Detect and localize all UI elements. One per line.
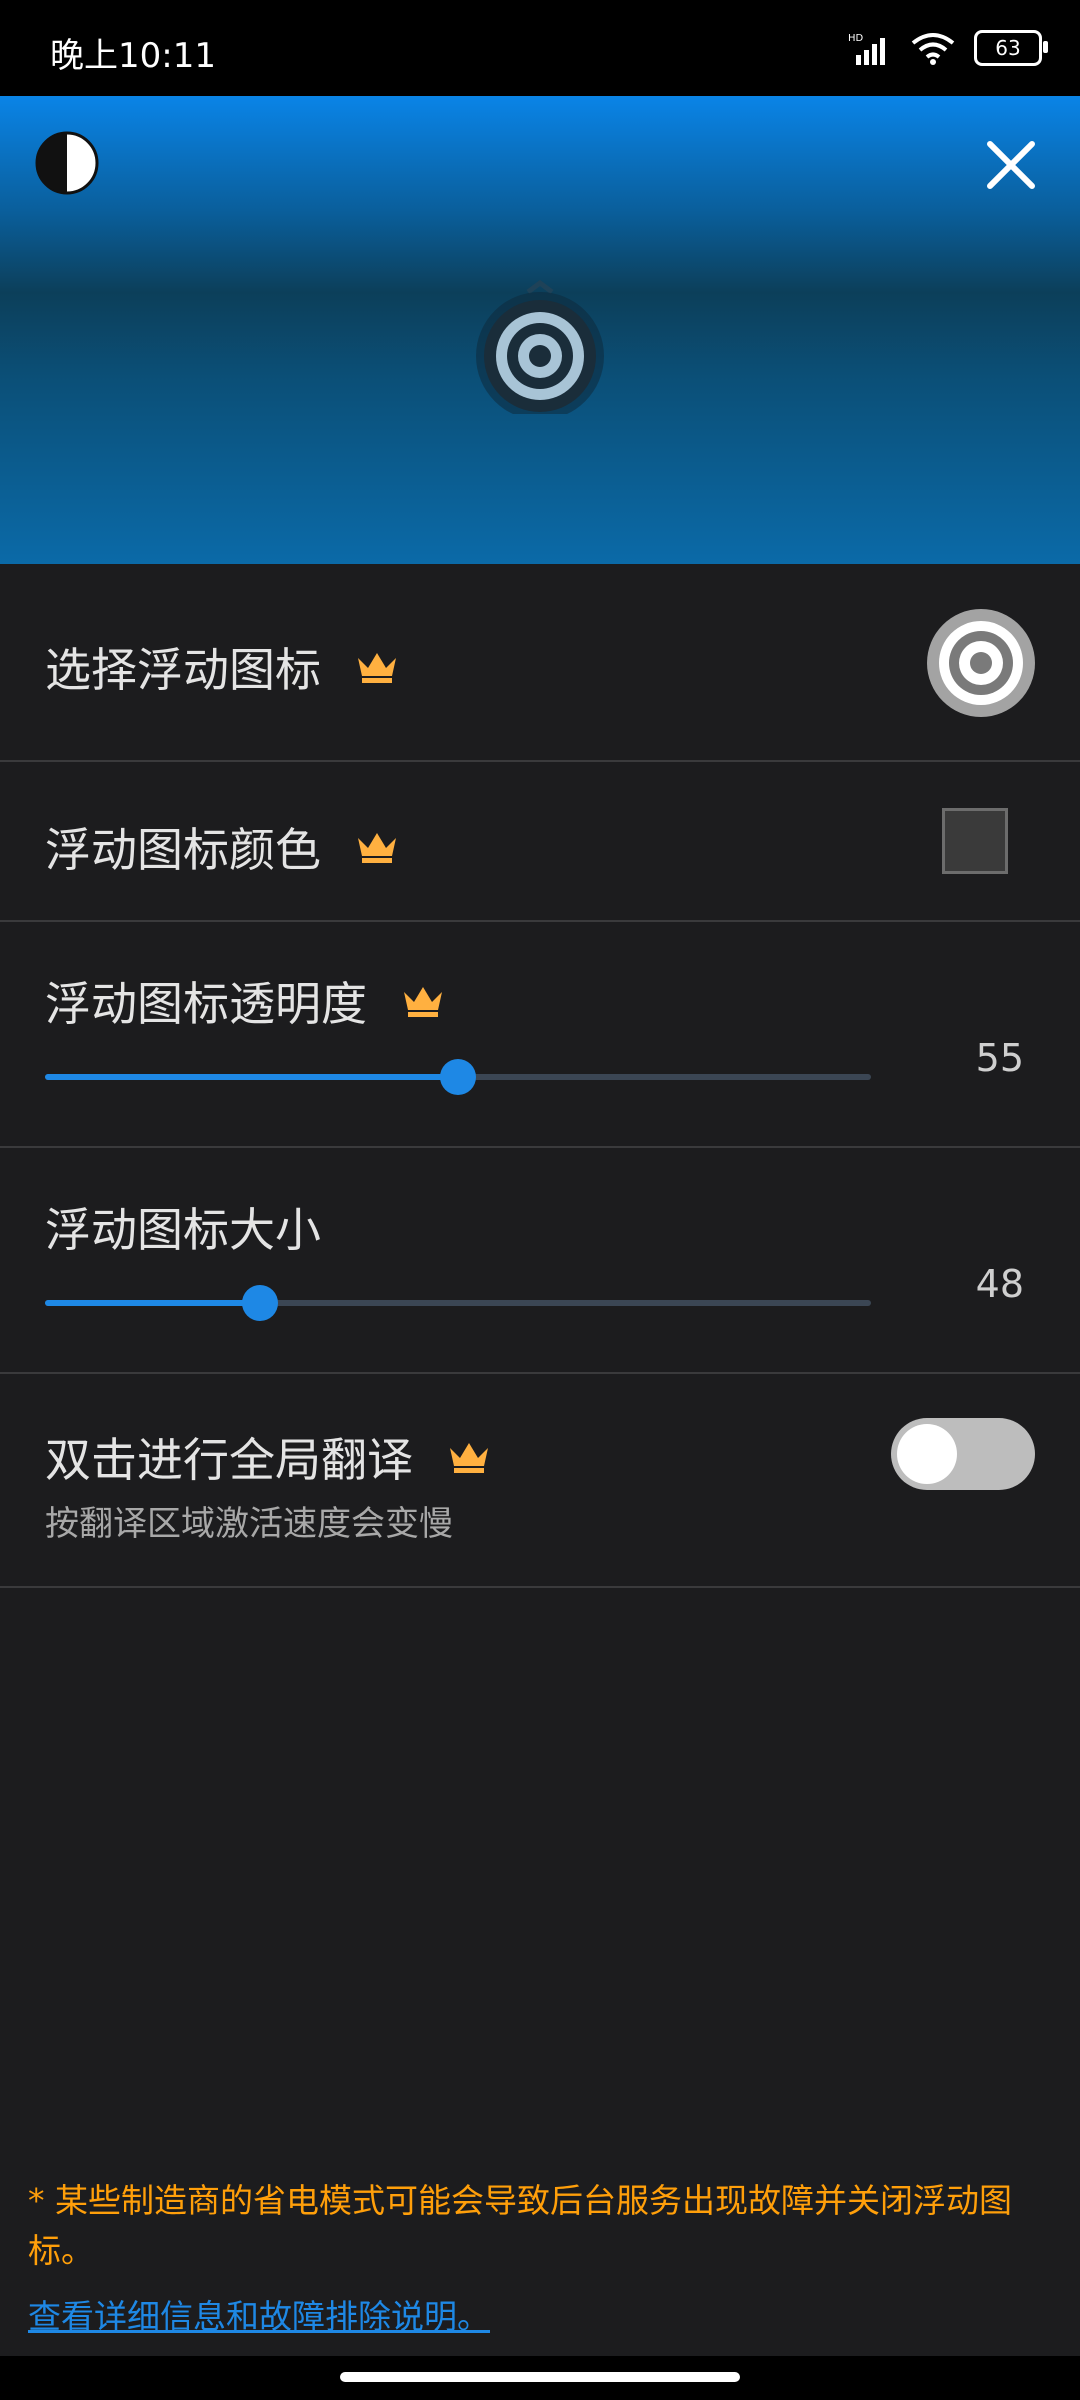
status-bar: 晚上10:11 HD 63 <box>0 0 1080 96</box>
selected-target-icon[interactable] <box>926 608 1036 718</box>
size-value: 48 <box>975 1262 1024 1306</box>
floating-icon-preview[interactable] <box>470 274 610 414</box>
battery-icon: 63 <box>974 30 1048 66</box>
row-icon-color[interactable]: 浮动图标颜色 <box>0 762 1080 922</box>
close-icon[interactable] <box>984 138 1038 192</box>
double-tap-label: 双击进行全局翻译 <box>45 1433 413 1487</box>
home-indicator[interactable] <box>340 2372 740 2382</box>
battery-level: 63 <box>995 36 1021 60</box>
double-tap-toggle[interactable] <box>891 1418 1035 1490</box>
wifi-icon <box>911 33 955 65</box>
double-tap-description: 按翻译区域激活速度会变慢 <box>45 1504 453 1544</box>
crown-icon <box>404 987 442 1017</box>
opacity-value: 55 <box>975 1036 1024 1080</box>
size-label: 浮动图标大小 <box>45 1203 321 1257</box>
choose-icon-label: 选择浮动图标 <box>45 643 321 697</box>
row-double-tap-translate[interactable]: 双击进行全局翻译 按翻译区域激活速度会变慢 <box>0 1374 1080 1588</box>
crown-icon <box>450 1443 488 1473</box>
opacity-slider-fill <box>45 1074 458 1080</box>
crown-icon <box>358 653 396 683</box>
row-icon-size: 浮动图标大小 48 <box>0 1148 1080 1374</box>
row-icon-opacity: 浮动图标透明度 55 <box>0 922 1080 1148</box>
preview-panel <box>0 96 1080 564</box>
power-saving-note: * 某些制造商的省电模式可能会导致后台服务出现故障并关闭浮动图标。 <box>28 2181 1012 2270</box>
contrast-icon[interactable] <box>34 130 100 196</box>
crown-icon <box>358 833 396 863</box>
color-swatch[interactable] <box>942 808 1008 874</box>
status-time: 晚上10:11 <box>50 36 216 76</box>
opacity-slider[interactable] <box>45 1059 871 1095</box>
size-slider-fill <box>45 1300 260 1306</box>
size-slider-thumb[interactable] <box>241 1285 278 1321</box>
icon-color-label: 浮动图标颜色 <box>45 823 321 877</box>
size-slider[interactable] <box>45 1285 871 1321</box>
opacity-slider-thumb[interactable] <box>440 1059 476 1095</box>
signal-icon: HD <box>848 33 885 65</box>
status-icons: HD 63 <box>848 30 1048 66</box>
row-choose-icon[interactable]: 选择浮动图标 <box>0 564 1080 762</box>
opacity-label: 浮动图标透明度 <box>45 977 367 1031</box>
svg-text:HD: HD <box>848 33 864 44</box>
navigation-bar <box>0 2356 1080 2400</box>
troubleshooting-link[interactable]: 查看详细信息和故障排除说明。 <box>28 2290 490 2338</box>
toggle-knob <box>897 1424 957 1484</box>
